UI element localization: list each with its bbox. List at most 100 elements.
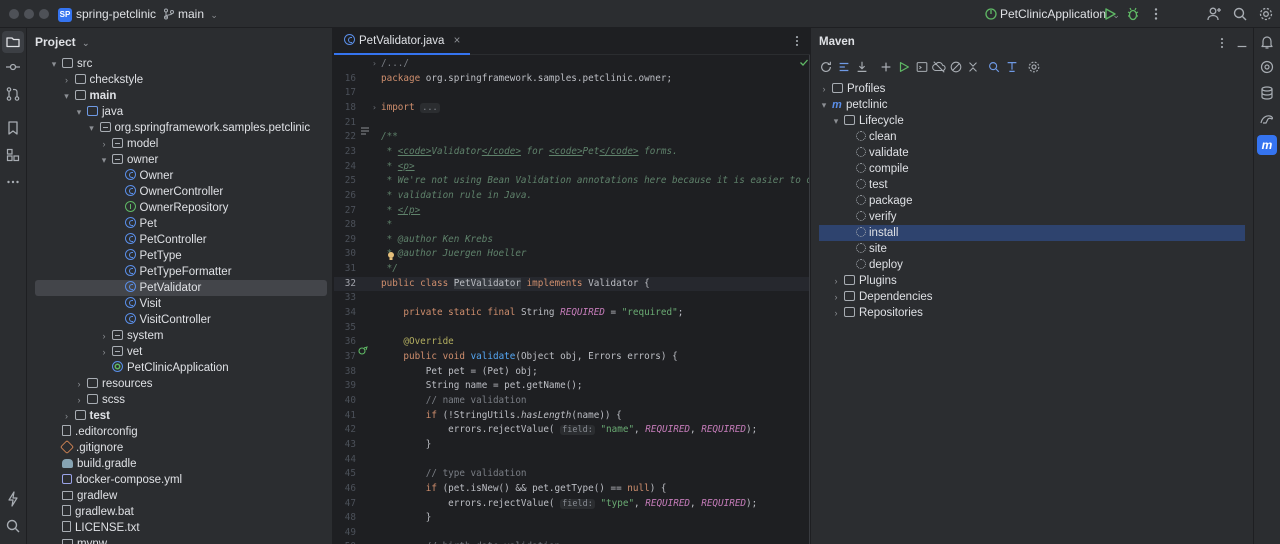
ai-assistant-icon[interactable] [1259,59,1275,75]
maven-options-icon[interactable] [1215,36,1229,50]
bookmarks-icon[interactable] [5,120,21,136]
tree-item-test[interactable]: › test [27,408,332,424]
maven-settings-icon[interactable] [1027,60,1041,74]
search-icon[interactable] [1232,6,1248,22]
tree-item-owner[interactable]: Owner [27,168,332,184]
code-line[interactable]: 26 * validation rule in Java. [334,189,809,204]
tree-item-petcontroller[interactable]: PetController [27,232,332,248]
tree-item-license-txt[interactable]: LICENSE.txt [27,520,332,536]
close-tab-icon[interactable]: × [454,35,461,47]
tree-item-docker-compose-yml[interactable]: docker-compose.yml [27,472,332,488]
code-line[interactable]: 48 } [334,511,809,526]
gradle-icon[interactable] [1259,111,1275,127]
code-line[interactable]: 41 if (!StringUtils.hasLength(name)) { [334,409,809,424]
tree-item-checkstyle[interactable]: › checkstyle [27,72,332,88]
show-diagram-icon[interactable] [1005,60,1019,74]
tree-item-ownerrepository[interactable]: OwnerRepository [27,200,332,216]
services-icon[interactable] [5,491,21,507]
tree-item-owner[interactable]: ▾ owner [27,152,332,168]
code-line[interactable]: 17 [334,86,809,101]
debug-icon[interactable] [1125,6,1141,22]
commit-icon[interactable] [5,59,21,75]
code-line[interactable]: 31 */ [334,262,809,277]
window-zoom-dot[interactable] [39,9,49,19]
project-tool-button[interactable] [2,31,24,53]
tree-item-gitignore[interactable]: .gitignore [27,439,332,456]
chevron-right-icon[interactable]: › [819,81,829,97]
database-icon[interactable] [1259,85,1275,101]
code-line[interactable]: 50 // birth date validation [334,540,809,544]
tree-item-editorconfig[interactable]: .editorconfig [27,424,332,440]
maven-item-package[interactable]: package [819,193,1245,209]
tree-item-pet[interactable]: Pet [27,216,332,232]
tree-item-build-gradle[interactable]: build.gradle [27,456,332,472]
tree-item-src[interactable]: ▾ src [27,56,332,72]
maven-item-clean[interactable]: clean [819,129,1245,145]
javadoc-render-icon[interactable] [360,126,370,136]
fold-icon[interactable]: › [372,57,377,72]
chevron-right-icon[interactable]: › [831,305,841,321]
notifications-icon[interactable] [1259,34,1275,50]
chevron-right-icon[interactable]: › [74,376,84,392]
lightbulb-icon[interactable] [386,251,396,261]
code-line[interactable]: 24 * <p> [334,160,809,175]
chevron-right-icon[interactable]: › [99,136,109,152]
download-sources-icon[interactable] [855,60,869,74]
tree-item-scss[interactable]: › scss [27,392,332,408]
tree-item-petvalidator[interactable]: PetValidator [35,280,327,296]
code-line[interactable]: 40 // name validation [334,394,809,409]
project-panel-header[interactable]: Project ⌄ [35,35,90,49]
chevron-right-icon[interactable]: › [62,72,72,88]
code-line[interactable]: 30 * @author Juergen Hoeller [334,247,809,262]
tree-item-system[interactable]: › system [27,328,332,344]
pull-requests-icon[interactable] [5,86,21,102]
tree-item-gradlew[interactable]: gradlew [27,488,332,504]
maven-item-profiles[interactable]: › Profiles [819,81,1245,97]
maven-item-plugins[interactable]: › Plugins [819,273,1245,289]
tree-item-pettype[interactable]: PetType [27,248,332,264]
code-line[interactable]: 47 errors.rejectValue( field: "type", RE… [334,497,809,512]
run-goal-icon[interactable] [897,60,911,74]
code-line[interactable]: 21 [334,116,809,131]
chevron-right-icon[interactable]: › [831,273,841,289]
maven-item-repositories[interactable]: › Repositories [819,305,1245,321]
chevron-right-icon[interactable]: › [99,328,109,344]
maven-item-compile[interactable]: compile [819,161,1245,177]
tree-item-vet[interactable]: › vet [27,344,332,360]
code-line[interactable]: 39 String name = pet.getName(); [334,379,809,394]
tree-item-pettypeformatter[interactable]: PetTypeFormatter [27,264,332,280]
structure-icon[interactable] [5,147,21,163]
project-switcher[interactable]: SP spring-petclinic ⌄ [58,0,170,28]
code-line[interactable]: 42 errors.rejectValue( field: "name", RE… [334,423,809,438]
code-line[interactable]: 22 /** [334,130,809,145]
code-line[interactable]: 16 package org.springframework.samples.pe… [334,72,809,87]
run-icon[interactable] [1102,6,1118,22]
tree-item-org-springframework-samples-petclinic[interactable]: ▾ org.springframework.samples.petclinic [27,120,332,136]
chevron-down-icon[interactable]: ▾ [62,88,72,104]
settings-icon[interactable] [1258,6,1274,22]
reload-all-icon[interactable] [837,60,851,74]
chevron-down-icon[interactable]: ▾ [99,152,109,168]
code-editor[interactable]: › /.../ 16 package org.springframework.samp… [334,55,810,544]
code-line[interactable]: 23 * <code>Validator</code> for <code>Pe… [334,145,809,160]
code-line[interactable]: 49 [334,526,809,541]
code-line[interactable]: 33 [334,291,809,306]
fold-icon[interactable]: › [372,101,377,116]
code-line[interactable]: 36 @Override [334,335,809,350]
maven-item-validate[interactable]: validate [819,145,1245,161]
execute-goal-icon[interactable] [915,60,929,74]
add-icon[interactable] [879,60,893,74]
maven-item-lifecycle[interactable]: ▾ Lifecycle [819,113,1245,129]
more-horizontal-icon[interactable] [5,174,21,190]
skip-tests-icon[interactable] [949,60,963,74]
tree-item-model[interactable]: › model [27,136,332,152]
chevron-down-icon[interactable]: ▾ [87,120,97,136]
tree-item-mvnw[interactable]: mvnw [27,536,332,544]
offline-mode-icon[interactable] [932,60,946,74]
chevron-right-icon[interactable]: › [62,408,72,424]
tree-item-petclinicapplication[interactable]: PetClinicApplication [27,360,332,376]
reload-icon[interactable] [819,60,833,74]
code-line[interactable]: 38 Pet pet = (Pet) obj; [334,365,809,380]
chevron-right-icon[interactable]: › [831,289,841,305]
maven-item-deploy[interactable]: deploy [819,257,1245,273]
